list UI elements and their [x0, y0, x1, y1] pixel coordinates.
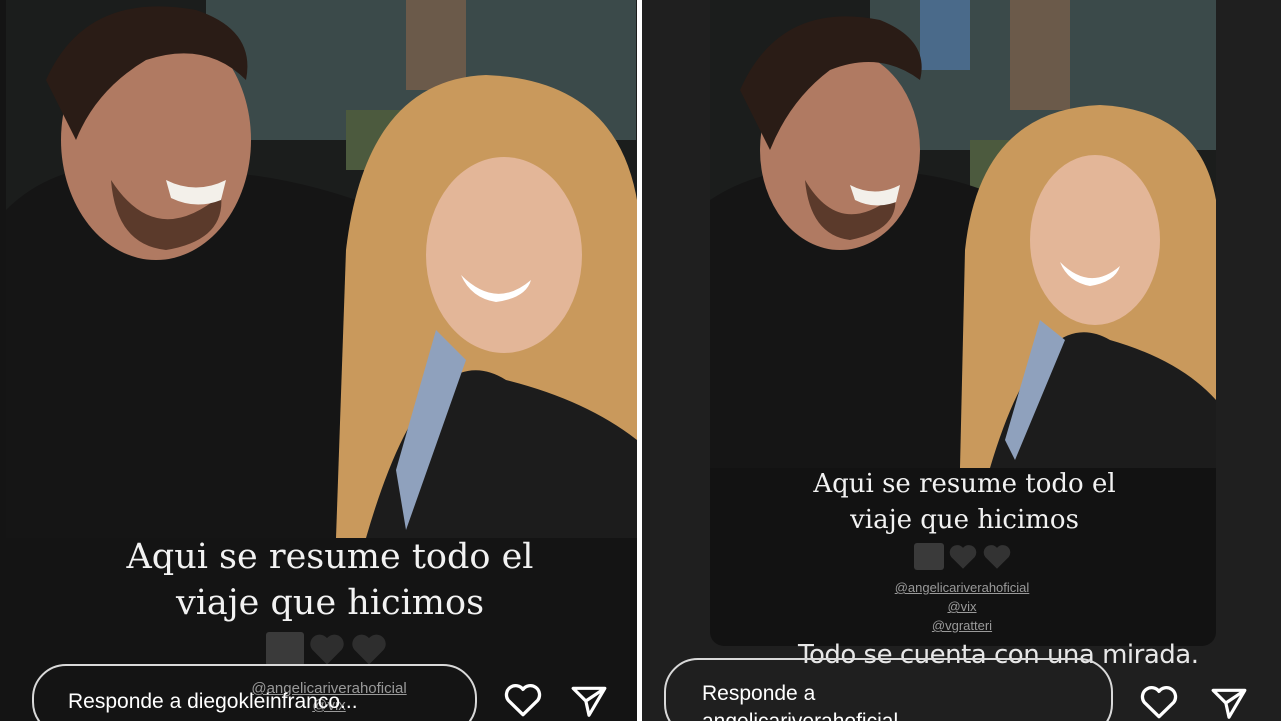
reply-placeholder-username: angelicariverahoficial [702, 708, 1111, 721]
reply-input[interactable]: Responde a angelicariverahoficial [664, 658, 1113, 721]
clapperboard-icon [266, 632, 304, 666]
reply-input[interactable]: Responde a diegokleinfranco... [32, 664, 477, 721]
caption-line-1: Aqui se resume todo el [813, 469, 1116, 499]
story-panel-left: Aqui se resume todo el viaje que hicimos… [0, 0, 637, 721]
story-panel-right: Aqui se resume todo el viaje que hicimos… [642, 0, 1281, 721]
caption-line-2: viaje que hicimos [175, 583, 485, 623]
mention-link[interactable]: @angelicariverahoficial [872, 578, 1052, 597]
mentions: @angelicariverahoficial @vix @vgratteri [872, 578, 1052, 635]
send-icon[interactable] [570, 683, 608, 721]
reply-placeholder: Responde a diegokleinfranco... [68, 690, 358, 713]
send-icon[interactable] [1210, 685, 1248, 721]
emoji-row [266, 632, 388, 666]
black-heart-icon [948, 543, 978, 570]
story-photo [6, 0, 637, 538]
black-heart-icon [308, 632, 346, 666]
emoji-row [914, 543, 1012, 570]
mention-link[interactable]: @vgratteri [872, 616, 1052, 635]
black-heart-icon [350, 632, 388, 666]
reply-placeholder: Responde a [702, 682, 816, 705]
story-photo [710, 0, 1216, 468]
caption-line-1: Aqui se resume todo el [126, 537, 534, 577]
clapperboard-icon [914, 543, 944, 570]
mention-link[interactable]: @vix [872, 597, 1052, 616]
heart-icon[interactable] [503, 682, 543, 721]
caption-line-2: viaje que hicimos [850, 505, 1079, 535]
heart-icon[interactable] [1139, 684, 1179, 721]
story-caption: Aqui se resume todo el viaje que hicimos [772, 466, 1157, 538]
black-heart-icon [982, 543, 1012, 570]
story-caption: Aqui se resume todo el viaje que hicimos [80, 534, 580, 626]
